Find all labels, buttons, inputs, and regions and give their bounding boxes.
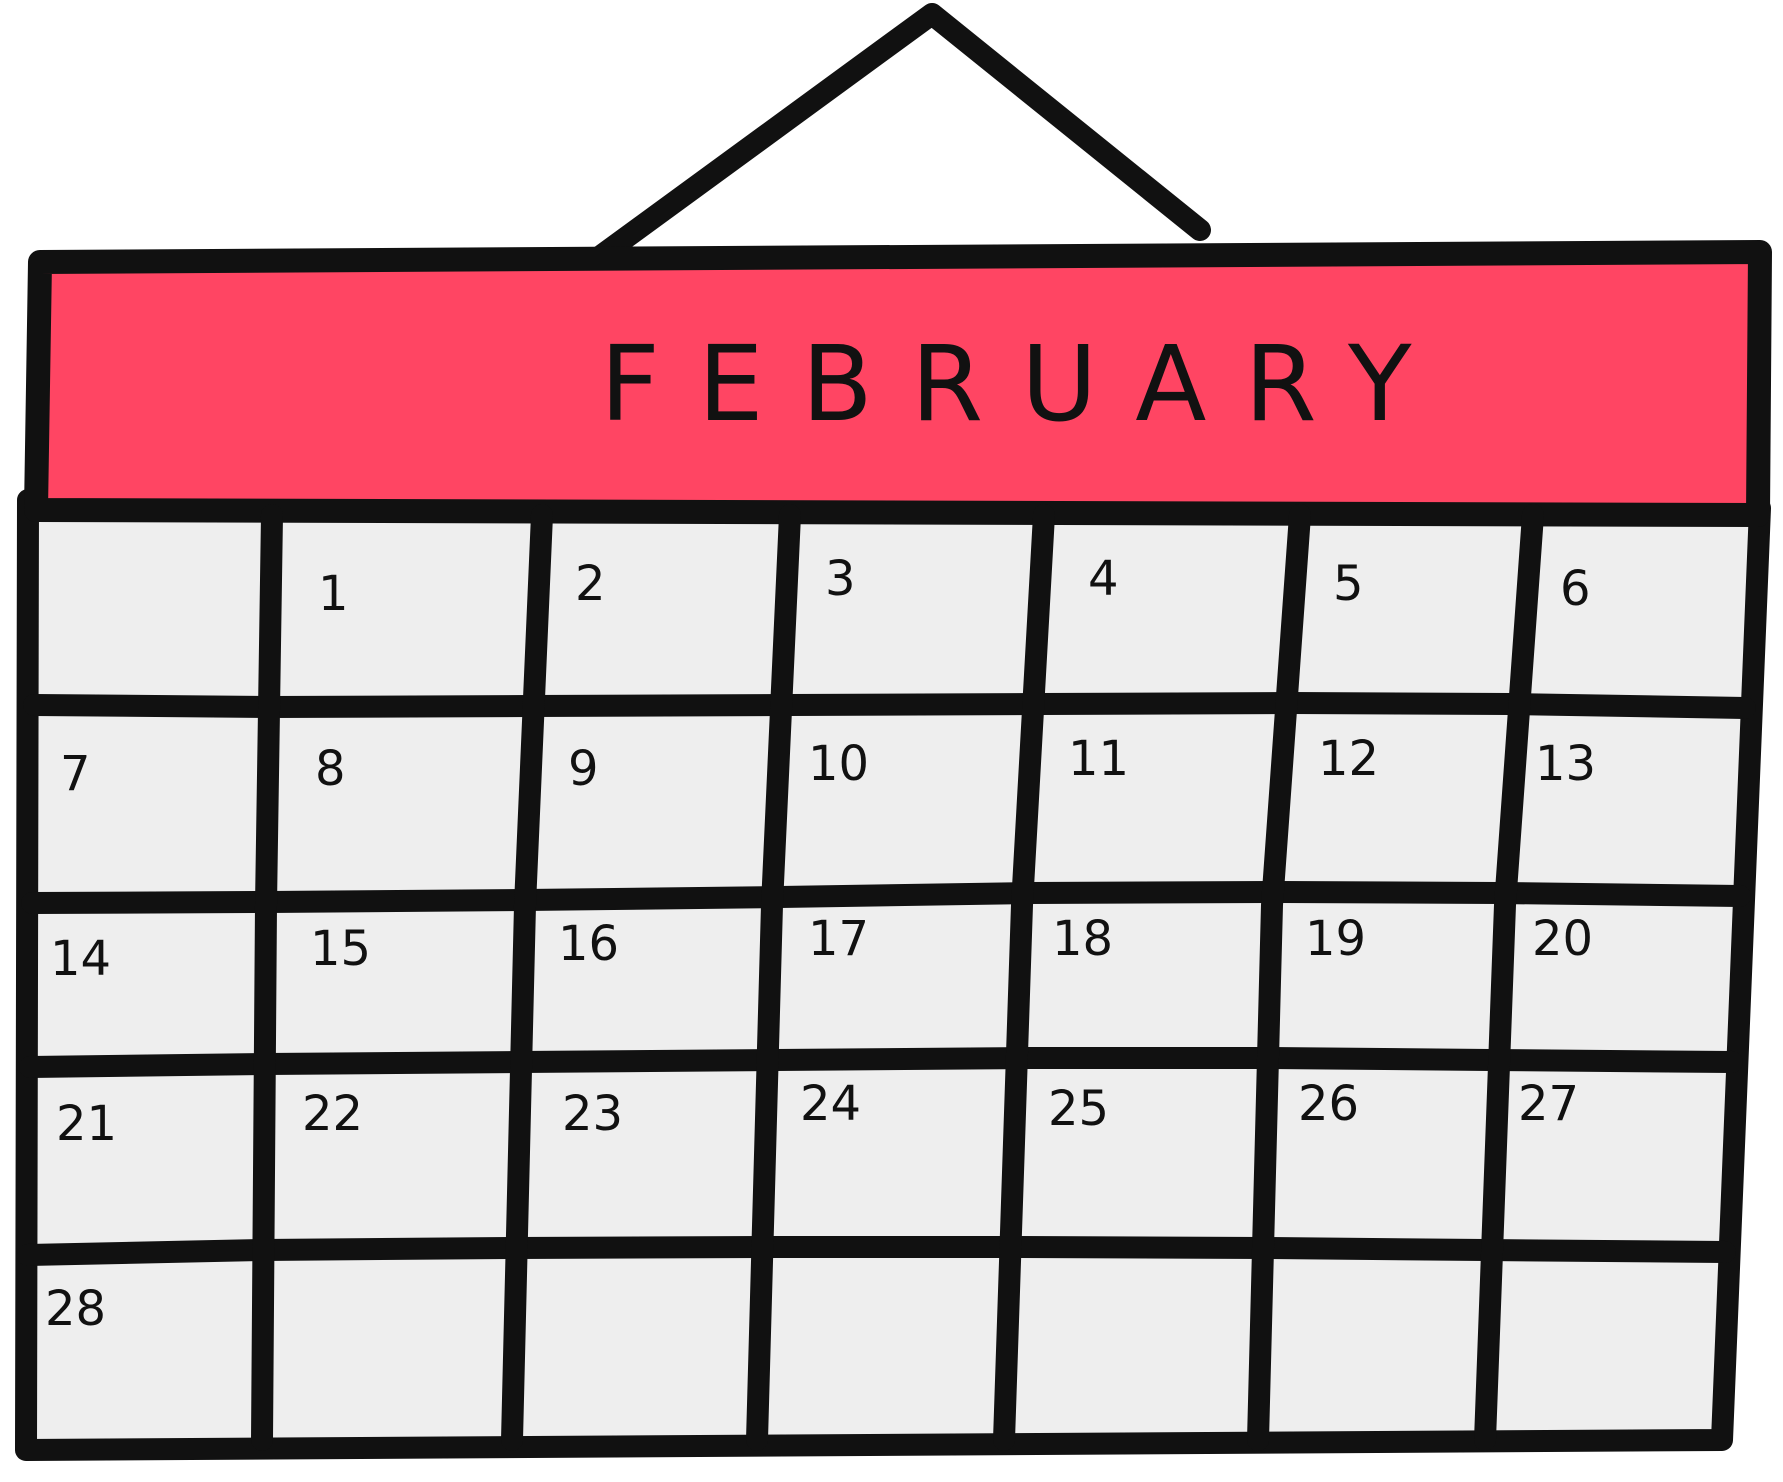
hanging-string [587, 3, 1211, 269]
day-cell-22: 21 [56, 1096, 117, 1152]
day-cell-10: 9 [568, 741, 599, 797]
day-cell-7: 6 [1560, 561, 1591, 617]
day-cell-20: 19 [1305, 911, 1366, 967]
day-cell-28: 27 [1518, 1076, 1579, 1132]
day-cell-23: 22 [302, 1086, 363, 1142]
day-cell-21: 20 [1532, 911, 1593, 967]
day-cell-15: 14 [50, 931, 111, 987]
day-cell-25: 24 [800, 1076, 861, 1132]
day-cell-14: 13 [1535, 736, 1596, 792]
day-cell-2: 1 [318, 566, 349, 622]
day-cell-11: 10 [808, 736, 869, 792]
day-cell-26: 25 [1048, 1081, 1109, 1137]
day-cell-16: 15 [310, 921, 371, 977]
day-cell-18: 17 [808, 911, 869, 967]
month-title: FEBRUARY [600, 323, 1450, 445]
day-cell-4: 3 [825, 551, 856, 607]
day-cell-6: 5 [1333, 556, 1364, 612]
day-cell-27: 26 [1298, 1076, 1359, 1132]
day-cell-3: 2 [575, 556, 606, 612]
day-cell-9: 8 [315, 741, 346, 797]
wall-calendar: FEBRUARY 1 2 3 4 5 6 7 8 9 10 11 12 13 1… [15, 3, 1772, 1461]
day-cell-13: 12 [1318, 731, 1379, 787]
day-cell-8: 7 [60, 746, 91, 802]
day-cell-12: 11 [1068, 731, 1129, 787]
day-cell-24: 23 [562, 1086, 623, 1142]
day-cell-19: 18 [1052, 911, 1113, 967]
day-cell-29: 28 [45, 1281, 106, 1337]
day-cell-17: 16 [558, 916, 619, 972]
day-cell-5: 4 [1088, 551, 1119, 607]
